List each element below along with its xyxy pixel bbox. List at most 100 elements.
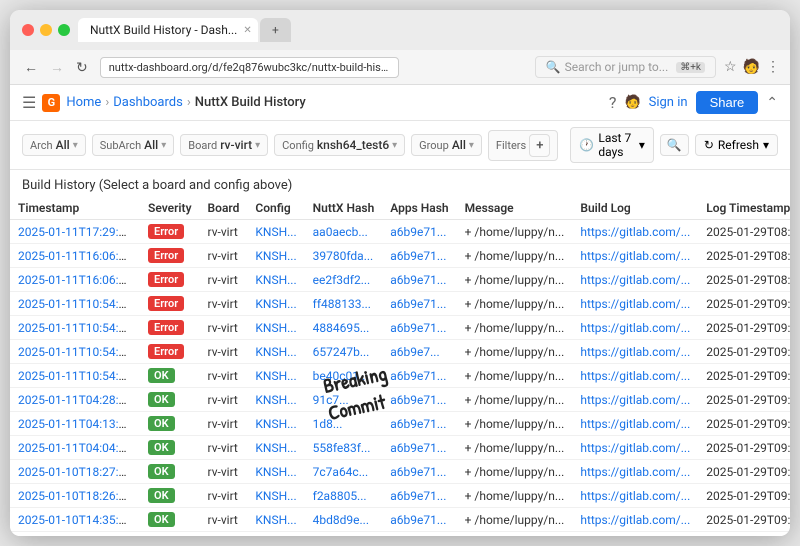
nav-icons: ☆ 🧑 ⋮ — [724, 59, 780, 75]
collapse-icon[interactable]: ⌃ — [766, 95, 778, 111]
apps-hash-link[interactable]: a6b9e71... — [390, 465, 446, 479]
apps-hash-link[interactable]: a6b9e7... — [390, 345, 439, 359]
nuttx-hash-link[interactable]: 4bd8d9e... — [313, 513, 369, 527]
refresh-button[interactable]: ↻ Refresh ▾ — [695, 134, 778, 156]
tab-close-icon[interactable]: ✕ — [243, 25, 251, 36]
filter-group[interactable]: Group All ▾ — [411, 134, 482, 156]
nuttx-hash-link[interactable]: 657247b... — [313, 345, 370, 359]
timestamp-link[interactable]: 2025-01-10T18:27:06 — [18, 465, 132, 479]
config-link[interactable]: KNSH... — [255, 393, 296, 407]
timestamp-link[interactable]: 2025-01-11T10:54:36 — [18, 369, 132, 383]
apps-hash-link[interactable]: a6b9e71... — [390, 441, 446, 455]
build-log-link[interactable]: https://gitlab.com/... — [580, 249, 690, 263]
timestamp-link[interactable]: 2025-01-11T17:29:14 — [18, 225, 132, 239]
config-link[interactable]: KNSH... — [255, 513, 296, 527]
maximize-button[interactable] — [58, 24, 70, 36]
nuttx-hash-link[interactable]: 558fe83f... — [313, 441, 371, 455]
zoom-out-button[interactable]: 🔍 — [660, 134, 689, 156]
col-log-timestamp[interactable]: Log Timestamp ↑ — [698, 197, 790, 220]
nuttx-hash-link[interactable]: 39780fda... — [313, 249, 374, 263]
nuttx-hash-link[interactable]: be40c01... — [313, 369, 369, 383]
apps-hash-link[interactable]: a6b9e71... — [390, 249, 446, 263]
global-search[interactable]: 🔍 Search or jump to... ⌘+k — [535, 56, 716, 78]
config-link[interactable]: KNSH... — [255, 369, 296, 383]
nuttx-hash-link[interactable]: 7c7a64c... — [313, 465, 369, 479]
apps-hash-link[interactable]: a6b9e71... — [390, 369, 446, 383]
config-link[interactable]: KNSH... — [255, 417, 296, 431]
share-button[interactable]: Share — [696, 91, 759, 114]
filter-board[interactable]: Board rv-virt ▾ — [180, 134, 268, 156]
filter-config[interactable]: Config knsh64_test6 ▾ — [274, 134, 405, 156]
build-log-link[interactable]: https://gitlab.com/... — [580, 417, 690, 431]
config-link[interactable]: KNSH... — [255, 297, 296, 311]
nuttx-hash-link[interactable]: ff488133... — [313, 297, 371, 311]
config-link[interactable]: KNSH... — [255, 321, 296, 335]
nuttx-hash-link[interactable]: f2a8805... — [313, 489, 367, 503]
build-log-link[interactable]: https://gitlab.com/... — [580, 345, 690, 359]
timestamp-link[interactable]: 2025-01-11T04:04:48 — [18, 441, 132, 455]
config-link[interactable]: KNSH... — [255, 225, 296, 239]
forward-button[interactable]: → — [46, 57, 68, 78]
timestamp-link[interactable]: 2025-01-10T18:26:39 — [18, 489, 132, 503]
build-log-link[interactable]: https://gitlab.com/... — [580, 393, 690, 407]
help-icon[interactable]: ? — [609, 93, 617, 112]
timestamp-link[interactable]: 2025-01-11T10:54:36 — [18, 321, 132, 335]
timestamp-link[interactable]: 2025-01-11T10:54:36 — [18, 297, 132, 311]
close-button[interactable] — [22, 24, 34, 36]
minimize-button[interactable] — [40, 24, 52, 36]
build-log-link[interactable]: https://gitlab.com/... — [580, 225, 690, 239]
nuttx-hash-link[interactable]: 91c7... — [313, 393, 349, 407]
timestamp-link[interactable]: 2025-01-11T10:54:36 — [18, 345, 132, 359]
apps-hash-link[interactable]: a6b9e71... — [390, 513, 446, 527]
filter-filters[interactable]: Filters + — [488, 130, 559, 161]
reload-button[interactable]: ↻ — [72, 57, 92, 78]
nuttx-hash-link[interactable]: 1d8... — [313, 417, 343, 431]
timestamp-link[interactable]: 2025-01-10T14:35:14 — [18, 513, 132, 527]
config-link[interactable]: KNSH... — [255, 441, 296, 455]
filter-subarch[interactable]: SubArch All ▾ — [92, 134, 175, 156]
user-icon[interactable]: 🧑 — [624, 95, 640, 110]
apps-hash-link[interactable]: a6b9e71... — [390, 489, 446, 503]
cell-board: rv-virt — [200, 292, 248, 316]
nuttx-hash-link[interactable]: 4884695... — [313, 321, 370, 335]
build-log-link[interactable]: https://gitlab.com/... — [580, 297, 690, 311]
profile-icon[interactable]: 🧑 — [743, 59, 760, 75]
timestamp-link[interactable]: 2025-01-11T04:13:10 — [18, 417, 132, 431]
timestamp-link[interactable]: 2025-01-11T16:06:12 — [18, 273, 132, 287]
apps-hash-link[interactable]: a6b9e71... — [390, 273, 446, 287]
apps-hash-link[interactable]: a6b9e71... — [390, 393, 446, 407]
build-log-link[interactable]: https://gitlab.com/... — [580, 489, 690, 503]
url-bar[interactable]: nuttx-dashboard.org/d/fe2q876wubc3kc/nut… — [100, 57, 399, 78]
browser-tab-new[interactable]: + — [260, 18, 291, 42]
timestamp-link[interactable]: 2025-01-11T16:06:12 — [18, 249, 132, 263]
build-log-link[interactable]: https://gitlab.com/... — [580, 321, 690, 335]
sign-in-label[interactable]: Sign in — [649, 95, 688, 110]
breadcrumb-dashboards[interactable]: Dashboards — [113, 95, 183, 110]
filter-arch[interactable]: Arch All ▾ — [22, 134, 86, 156]
bookmark-icon[interactable]: ☆ — [724, 59, 737, 75]
build-log-link[interactable]: https://gitlab.com/... — [580, 465, 690, 479]
apps-hash-link[interactable]: a6b9e71... — [390, 417, 446, 431]
build-log-link[interactable]: https://gitlab.com/... — [580, 273, 690, 287]
back-button[interactable]: ← — [20, 57, 42, 78]
nuttx-hash-link[interactable]: ee2f3df2... — [313, 273, 371, 287]
build-log-link[interactable]: https://gitlab.com/... — [580, 369, 690, 383]
config-link[interactable]: KNSH... — [255, 465, 296, 479]
more-icon[interactable]: ⋮ — [766, 59, 780, 75]
build-log-link[interactable]: https://gitlab.com/... — [580, 513, 690, 527]
nuttx-hash-link[interactable]: aa0aecb... — [313, 225, 368, 239]
apps-hash-link[interactable]: a6b9e71... — [390, 297, 446, 311]
breadcrumb-home[interactable]: Home — [66, 95, 101, 110]
apps-hash-link[interactable]: a6b9e71... — [390, 321, 446, 335]
config-link[interactable]: KNSH... — [255, 273, 296, 287]
config-link[interactable]: KNSH... — [255, 489, 296, 503]
apps-hash-link[interactable]: a6b9e71... — [390, 225, 446, 239]
build-log-link[interactable]: https://gitlab.com/... — [580, 441, 690, 455]
browser-tab-active[interactable]: NuttX Build History - Dash... ✕ — [78, 18, 258, 42]
add-filter-icon[interactable]: + — [529, 134, 550, 157]
time-range-picker[interactable]: 🕐 Last 7 days ▾ — [570, 127, 653, 163]
menu-icon[interactable]: ☰ — [22, 93, 36, 112]
config-link[interactable]: KNSH... — [255, 249, 296, 263]
config-link[interactable]: KNSH... — [255, 345, 296, 359]
timestamp-link[interactable]: 2025-01-11T04:28:30 — [18, 393, 132, 407]
